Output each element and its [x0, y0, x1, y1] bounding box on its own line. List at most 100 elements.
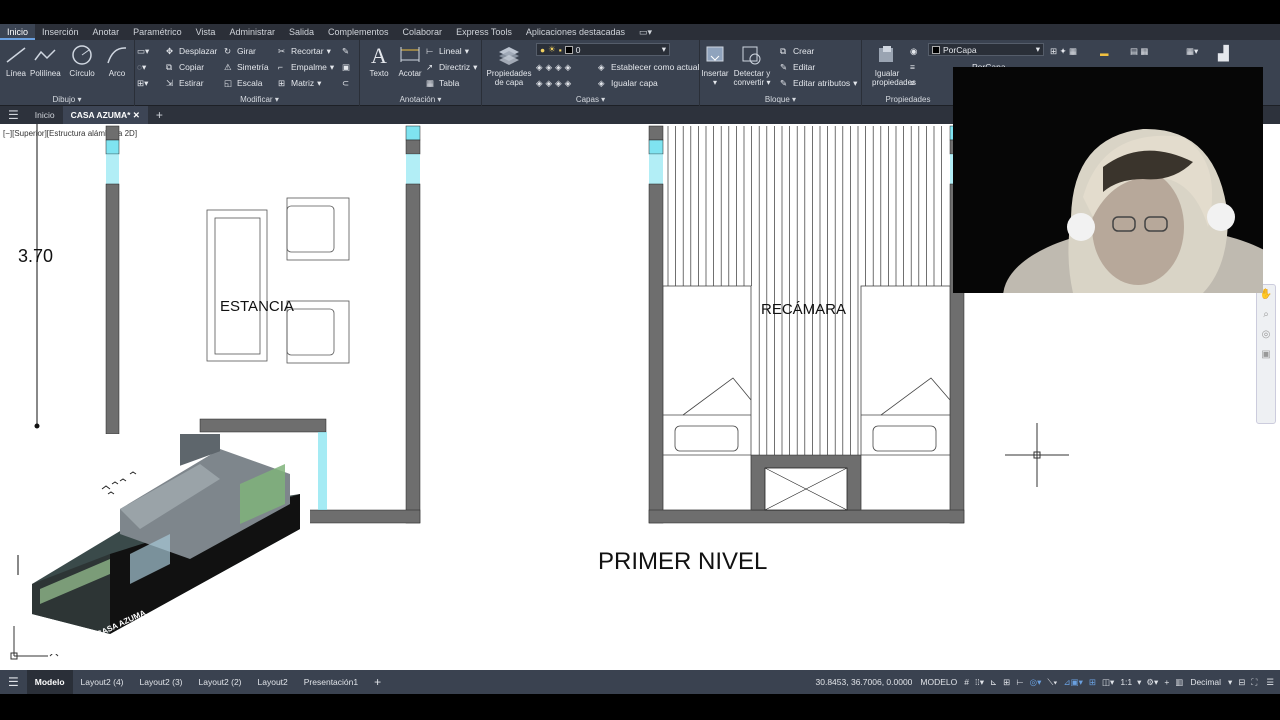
trim-button[interactable]: ✂ Recortar ▾ — [278, 44, 331, 58]
tab-administrar[interactable]: Administrar — [222, 24, 282, 40]
layer-tools-row-2[interactable]: ◈ ◈ ◈ ◈ — [536, 76, 571, 90]
stretch-button[interactable]: ⇲ Estirar — [166, 76, 204, 90]
linetype-icon[interactable]: ≡ — [910, 76, 915, 90]
tab-insercion[interactable]: Inserción — [35, 24, 86, 40]
edit-attributes-button[interactable]: ✎ Editar atributos ▾ — [780, 76, 857, 90]
layout-tab-layout2-2[interactable]: Layout2 (2) — [191, 670, 250, 694]
polar-icon[interactable]: ◎▾ — [1027, 677, 1045, 688]
application-menu-icon[interactable]: ☰ — [0, 106, 27, 124]
grid-icon[interactable]: # — [961, 677, 972, 687]
lineweight-toggle-icon[interactable]: ⊞ — [1086, 677, 1099, 688]
doc-tab-inicio[interactable]: Inicio — [27, 106, 63, 124]
color-picker-icon[interactable]: ◉ — [910, 44, 917, 58]
model-space-button[interactable]: MODELO — [916, 677, 961, 687]
layer-properties-button[interactable]: Propiedades de capa — [484, 44, 534, 87]
layout-tab-modelo[interactable]: Modelo — [26, 670, 73, 694]
match-layer-button[interactable]: ◈ Igualar capa — [598, 76, 658, 90]
tab-parametrico[interactable]: Paramétrico — [126, 24, 189, 40]
layout-tab-presentacion1[interactable]: Presentación1 — [296, 670, 366, 694]
leader-button[interactable]: ↗ Directriz ▾ — [426, 60, 477, 74]
set-current-layer-button[interactable]: ◈ Establecer como actual — [598, 60, 699, 74]
layer-dropdown[interactable]: ● ☀ ▪ 0 ▾ — [536, 43, 670, 56]
tab-colaborar[interactable]: Colaborar — [396, 24, 450, 40]
orbit-icon[interactable]: ◎ — [1257, 325, 1275, 345]
doc-tab-casa-azuma[interactable]: CASA AZUMA* ✕ — [62, 106, 148, 124]
infer-icon[interactable]: ⊾ — [987, 677, 1000, 688]
move-button[interactable]: ✥ Desplazar — [166, 44, 217, 58]
add-layout-icon[interactable]: + — [366, 670, 389, 694]
lineweight-icon[interactable]: ≡ — [910, 60, 915, 74]
layer-tools-row-1[interactable]: ◈ ◈ ◈ ◈ — [536, 60, 571, 74]
tab-anotar[interactable]: Anotar — [86, 24, 127, 40]
layout-tab-layout2[interactable]: Layout2 — [250, 670, 296, 694]
layout-tab-layout2-3[interactable]: Layout2 (3) — [132, 670, 191, 694]
edit-block-button[interactable]: ✎ Editar — [780, 60, 815, 74]
layout-tab-layout2-4[interactable]: Layout2 (4) — [73, 670, 132, 694]
units-icon[interactable]: ▥ — [1172, 677, 1186, 688]
panel-title-dibujo[interactable]: Dibujo ▾ — [0, 95, 134, 104]
measure-icon[interactable]: ▬ — [1100, 46, 1109, 60]
quick-properties-icon[interactable]: ⊟ — [1235, 677, 1248, 688]
layouts-menu-icon[interactable]: ☰ — [0, 670, 27, 694]
ribbon-toggle-icon[interactable]: ▭▾ — [632, 24, 659, 40]
close-icon[interactable]: ✕ — [133, 110, 140, 120]
erase-icon[interactable]: ✎ — [342, 44, 349, 58]
rectangle-icon[interactable]: ▭▾ — [137, 44, 149, 58]
fullscreen-icon[interactable]: ⛶ — [1248, 677, 1260, 688]
clipboard-icon[interactable]: ▤ ▦ — [1130, 44, 1148, 58]
linear-dim-button[interactable]: ⊢ Lineal ▾ — [426, 44, 469, 58]
panel-title-anotacion[interactable]: Anotación ▾ — [360, 95, 481, 104]
scale-button[interactable]: ◱ Escala — [224, 76, 263, 90]
workspace-gear-icon[interactable]: ⚙▾ — [1143, 677, 1161, 688]
view-icon[interactable]: ▦▾ — [1186, 44, 1198, 58]
dimension-tool-button[interactable]: Acotar — [396, 44, 424, 78]
showmotion-icon[interactable]: ▣ — [1257, 345, 1275, 365]
create-block-button[interactable]: ⧉ Crear — [780, 44, 814, 58]
selection-cycling-icon[interactable]: ◫▾ — [1099, 677, 1117, 688]
offset-icon[interactable]: ⊂ — [342, 76, 349, 90]
tab-salida[interactable]: Salida — [282, 24, 321, 40]
detect-convert-button[interactable]: Detectar y convertir ▾ — [732, 44, 772, 87]
navigation-bar[interactable]: ✋ ⌕ ◎ ▣ — [1256, 284, 1276, 424]
panel-title-propiedades[interactable]: Propiedades — [862, 95, 954, 104]
insert-block-button[interactable]: Insertar ▾ — [700, 44, 730, 87]
arc-tool-button[interactable]: Arco — [105, 44, 129, 78]
tab-inicio[interactable]: Inicio — [0, 24, 36, 40]
line-tool-button[interactable]: Línea — [4, 44, 28, 78]
circle-tool-button[interactable]: Círculo — [68, 44, 96, 78]
tab-aplicaciones-destacadas[interactable]: Aplicaciones destacadas — [519, 24, 632, 40]
tab-complementos[interactable]: Complementos — [321, 24, 396, 40]
panel-title-modificar[interactable]: Modificar ▾ — [160, 95, 359, 104]
fillet-button[interactable]: ⌐ Empalme ▾ — [278, 60, 334, 74]
rotate-button[interactable]: ↻ Girar — [224, 44, 256, 58]
color-dropdown[interactable]: PorCapa ▾ — [928, 43, 1044, 56]
annotation-scale[interactable]: 1:1 — [1117, 677, 1135, 687]
customize-icon[interactable]: ☰ — [1260, 677, 1280, 688]
annotation-scale-chevron-icon[interactable]: ▾ — [1135, 677, 1143, 688]
match-properties-button[interactable]: Igualar propiedades — [872, 44, 916, 87]
polyline-tool-button[interactable]: Polilínea — [30, 44, 61, 78]
new-tab-icon[interactable]: + — [148, 106, 171, 124]
isodraft-icon[interactable]: ⟍▾ — [1044, 677, 1060, 688]
region-icon[interactable]: ⊞▾ — [137, 76, 148, 90]
hatch-icon[interactable]: ◌▾ — [137, 60, 146, 74]
mirror-button[interactable]: ⚠ Simetría — [224, 60, 269, 74]
group-tools-icons[interactable]: ⊞ ✦ ▦ — [1050, 44, 1077, 58]
tab-express-tools[interactable]: Express Tools — [449, 24, 519, 40]
ortho-icon[interactable]: ⊢ — [1013, 677, 1026, 688]
copy-button[interactable]: ⧉ Copiar — [166, 60, 204, 74]
panel-title-bloque[interactable]: Bloque ▾ — [700, 95, 861, 104]
snap-icon[interactable]: ⁞⁞▾ — [972, 677, 987, 688]
array-button[interactable]: ⊞ Matriz ▾ — [278, 76, 321, 90]
osnap-icon[interactable]: ⊿▣▾ — [1060, 677, 1085, 688]
dynamic-input-icon[interactable]: ⊞ — [1000, 677, 1013, 688]
units-chevron-icon[interactable]: ▾ — [1225, 677, 1235, 688]
base-icon[interactable]: ▟ — [1218, 45, 1229, 61]
annotation-monitor-icon[interactable]: + — [1161, 677, 1172, 687]
text-tool-button[interactable]: A Texto — [366, 44, 392, 78]
zoom-icon[interactable]: ⌕ — [1257, 305, 1275, 325]
panel-title-capas[interactable]: Capas ▾ — [482, 95, 699, 104]
explode-icon[interactable]: ▣ — [342, 60, 350, 74]
table-button[interactable]: ▦ Tabla — [426, 76, 459, 90]
tab-vista[interactable]: Vista — [189, 24, 223, 40]
